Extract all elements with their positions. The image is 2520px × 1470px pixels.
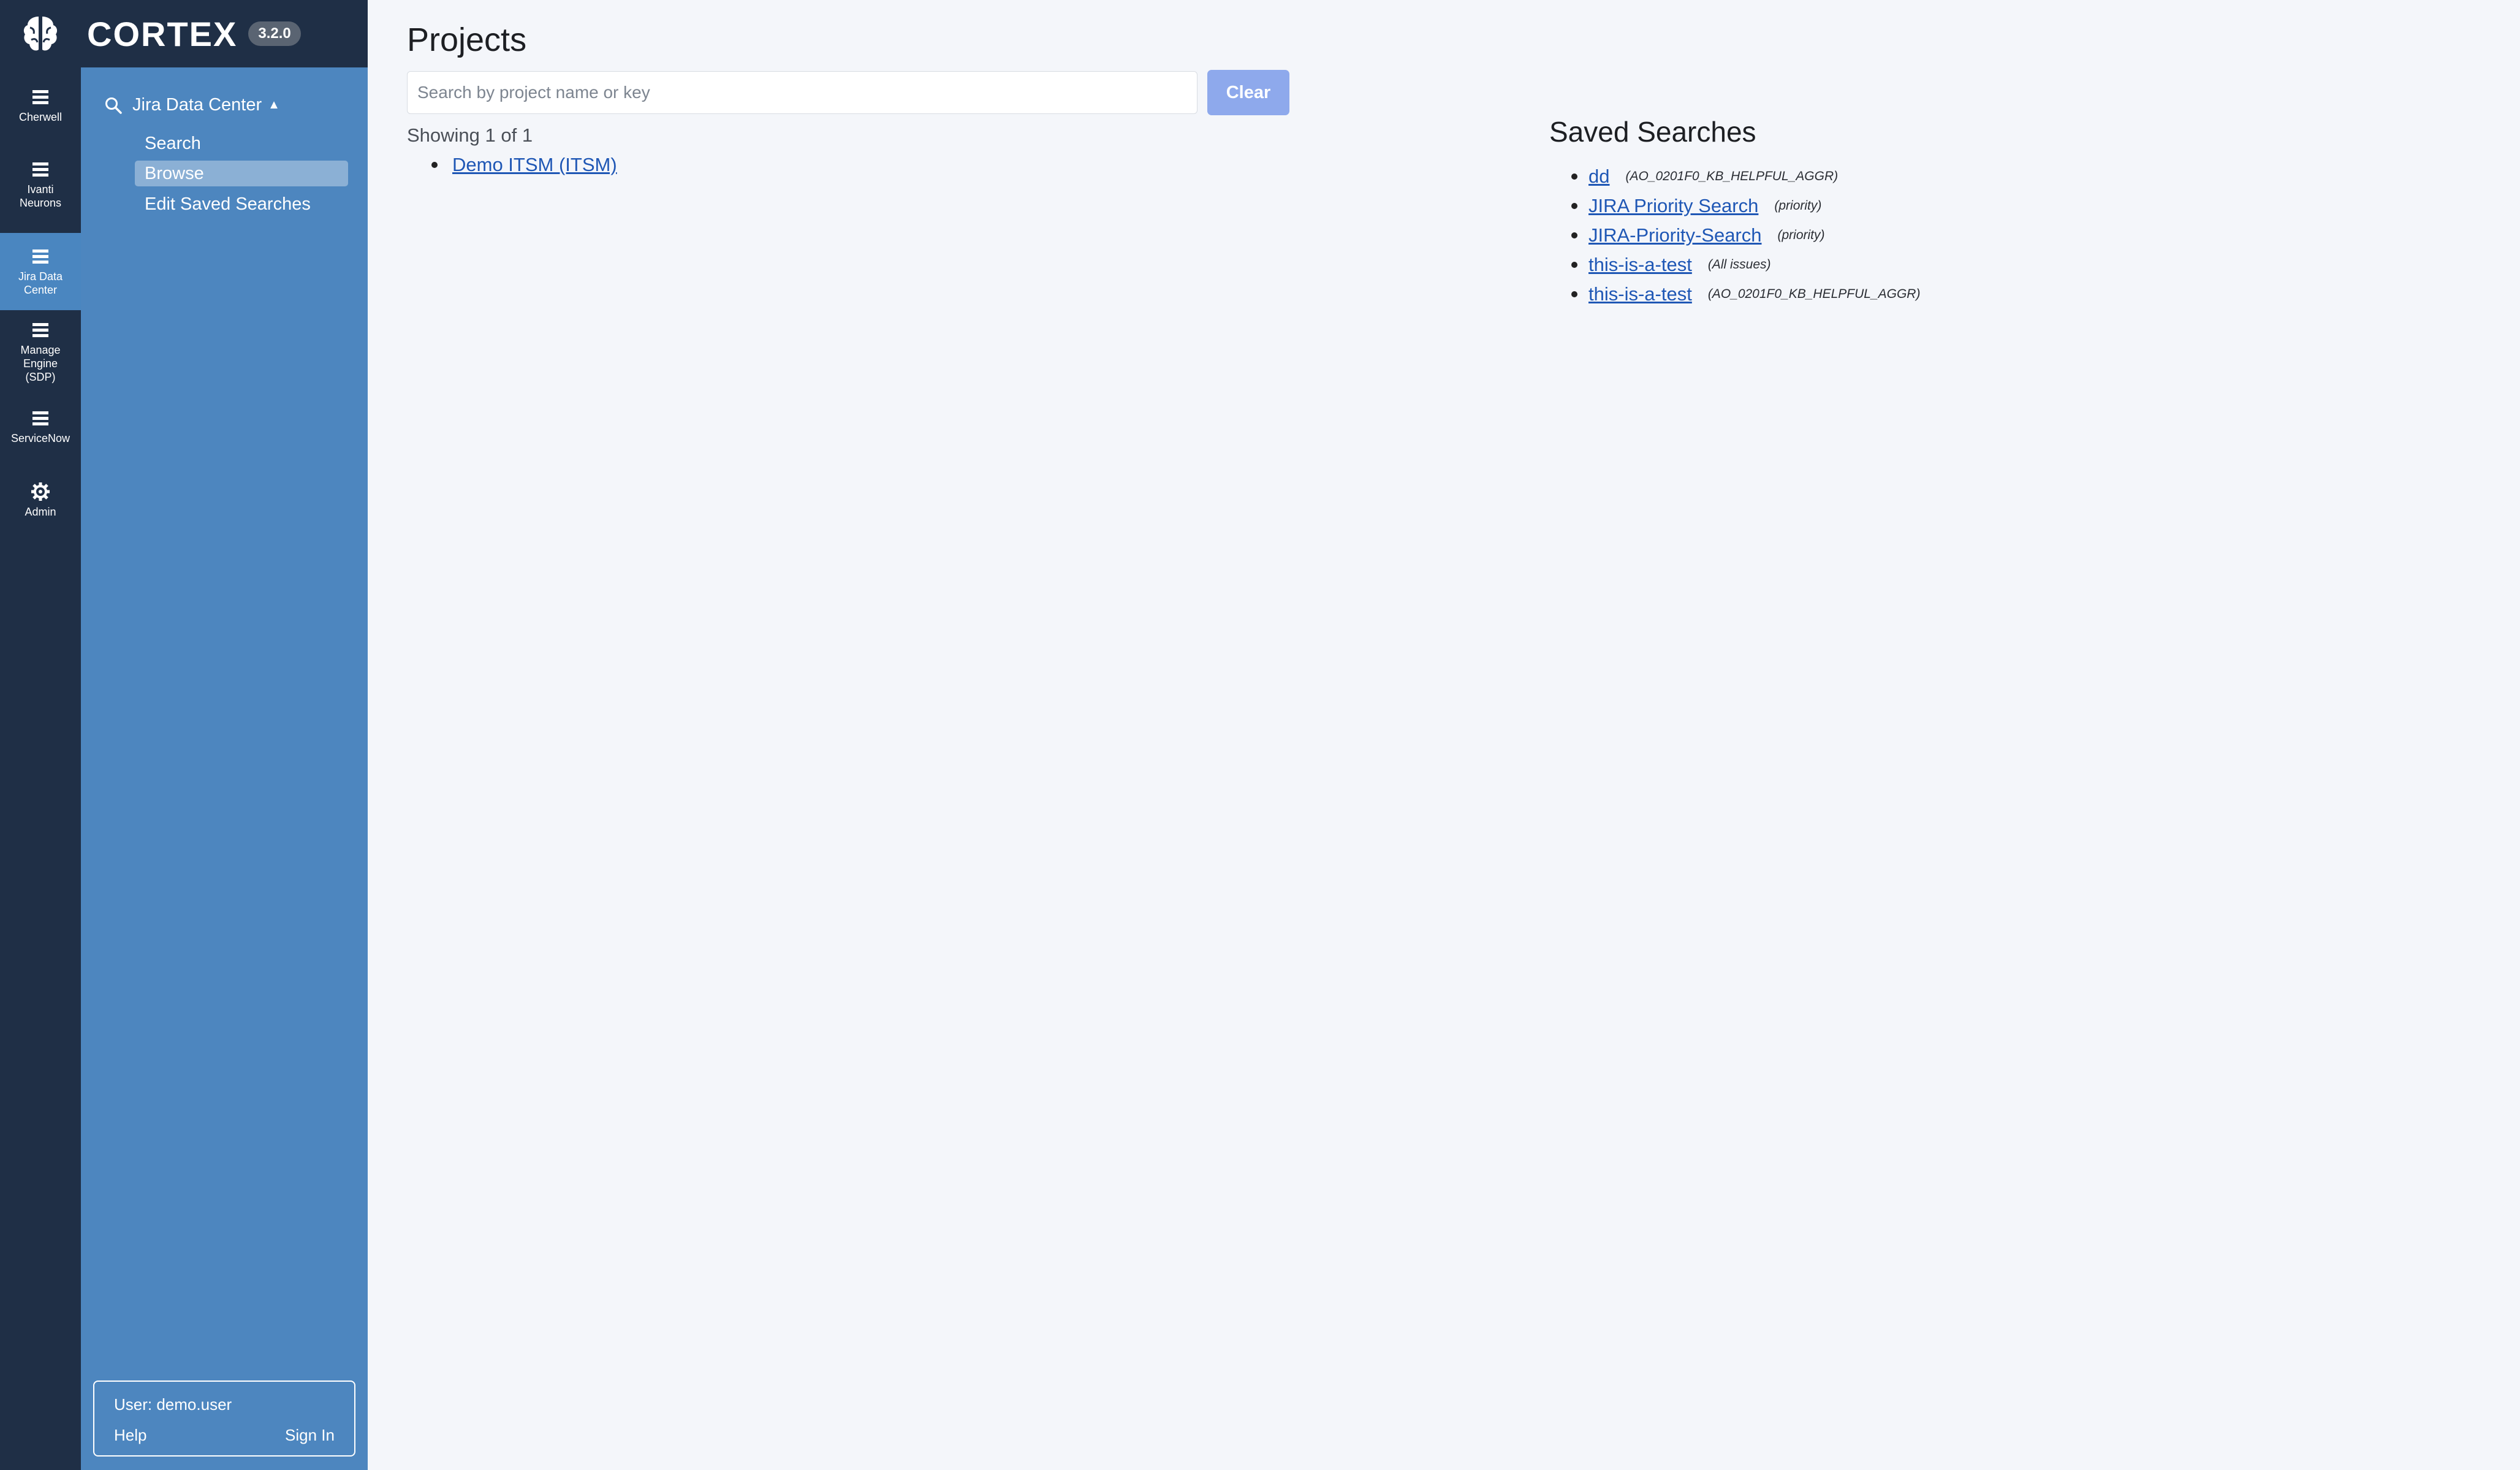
- saved-search-scope: (All issues): [1707, 257, 1771, 272]
- icon-rail: Cherwell Ivanti Neurons Jira Data Center…: [0, 67, 81, 1470]
- list-icon: [32, 162, 48, 177]
- user-name: User: demo.user: [114, 1395, 232, 1414]
- saved-search-scope: (AO_0201F0_KB_HELPFUL_AGGR): [1707, 287, 1921, 301]
- rail-item-ivanti-neurons[interactable]: Ivanti Neurons: [0, 161, 81, 210]
- brain-logo-icon: [0, 0, 81, 67]
- bullet: [1571, 232, 1577, 238]
- saved-search-link[interactable]: dd: [1588, 166, 1609, 188]
- saved-search-link[interactable]: JIRA-Priority-Search: [1588, 224, 1762, 246]
- caret-up-icon: ▲: [268, 98, 280, 112]
- rail-item-admin[interactable]: Admin: [0, 482, 81, 519]
- saved-search-link[interactable]: this-is-a-test: [1588, 254, 1692, 276]
- bullet: [1571, 291, 1577, 297]
- rail-label: Admin: [25, 506, 56, 518]
- rail-item-manage-engine[interactable]: Manage Engine (SDP): [0, 321, 81, 384]
- sign-in-link[interactable]: Sign In: [285, 1426, 335, 1445]
- rail-label: Cherwell: [18, 111, 63, 123]
- rail-item-jira-data-center[interactable]: Jira Data Center: [0, 233, 81, 310]
- saved-search-link[interactable]: JIRA Priority Search: [1588, 195, 1758, 217]
- project-list: Demo ITSM (ITSM): [407, 152, 617, 178]
- bullet: [1571, 173, 1577, 180]
- rail-item-cherwell[interactable]: Cherwell: [0, 88, 81, 124]
- brand-bar: CORTEX 3.2.0: [0, 0, 368, 67]
- page-title: Projects: [407, 21, 527, 58]
- list-item: Demo ITSM (ITSM): [407, 152, 617, 178]
- subnav-item-browse[interactable]: Browse: [135, 161, 348, 186]
- secondary-sidebar: Jira Data Center ▲ Search Browse Edit Sa…: [81, 67, 368, 1470]
- project-link[interactable]: Demo ITSM (ITSM): [452, 152, 617, 178]
- list-icon: [32, 411, 48, 425]
- saved-searches-title: Saved Searches: [1549, 116, 1756, 148]
- rail-item-servicenow[interactable]: ServiceNow: [0, 409, 81, 445]
- help-link[interactable]: Help: [114, 1426, 146, 1445]
- rail-label: Jira Data Center: [18, 270, 63, 296]
- main-content: Projects Clear Showing 1 of 1 Demo ITSM …: [368, 0, 2520, 1470]
- list-item: JIRA Priority Search (priority): [1549, 191, 1920, 221]
- app-name: CORTEX: [87, 14, 238, 53]
- saved-searches-list: dd (AO_0201F0_KB_HELPFUL_AGGR) JIRA Prio…: [1549, 162, 1920, 309]
- saved-search-scope: (priority): [1777, 228, 1825, 242]
- search-icon: [105, 97, 122, 114]
- bullet: [431, 162, 438, 168]
- rail-label: ServiceNow: [10, 432, 70, 444]
- app-root: CORTEX 3.2.0 Cherwell Ivanti Neurons Jir…: [0, 0, 2520, 1470]
- list-icon: [32, 90, 48, 104]
- list-icon: [32, 323, 48, 337]
- list-icon: [32, 249, 48, 264]
- list-item: this-is-a-test (AO_0201F0_KB_HELPFUL_AGG…: [1549, 280, 1920, 309]
- list-item: dd (AO_0201F0_KB_HELPFUL_AGGR): [1549, 162, 1920, 191]
- saved-search-scope: (priority): [1774, 199, 1822, 213]
- subnav-header-jira-data-center[interactable]: Jira Data Center ▲: [104, 95, 280, 115]
- saved-search-scope: (AO_0201F0_KB_HELPFUL_AGGR): [1625, 169, 1839, 183]
- gear-icon: [31, 482, 50, 501]
- clear-button[interactable]: Clear: [1207, 70, 1289, 115]
- subnav-item-search[interactable]: Search: [135, 131, 348, 156]
- saved-search-link[interactable]: this-is-a-test: [1588, 283, 1692, 305]
- list-item: JIRA-Priority-Search (priority): [1549, 221, 1920, 250]
- rail-label: Ivanti Neurons: [19, 183, 62, 209]
- user-panel: User: demo.user Help Sign In: [93, 1381, 355, 1457]
- subnav-header-label: Jira Data Center: [132, 95, 262, 115]
- rail-label: Manage Engine (SDP): [20, 344, 61, 383]
- list-item: this-is-a-test (All issues): [1549, 250, 1920, 280]
- project-search-input[interactable]: [407, 71, 1197, 114]
- bullet: [1571, 203, 1577, 209]
- subnav-item-edit-saved-searches[interactable]: Edit Saved Searches: [135, 191, 348, 217]
- results-count: Showing 1 of 1: [407, 124, 533, 146]
- version-badge: 3.2.0: [248, 21, 301, 46]
- bullet: [1571, 262, 1577, 268]
